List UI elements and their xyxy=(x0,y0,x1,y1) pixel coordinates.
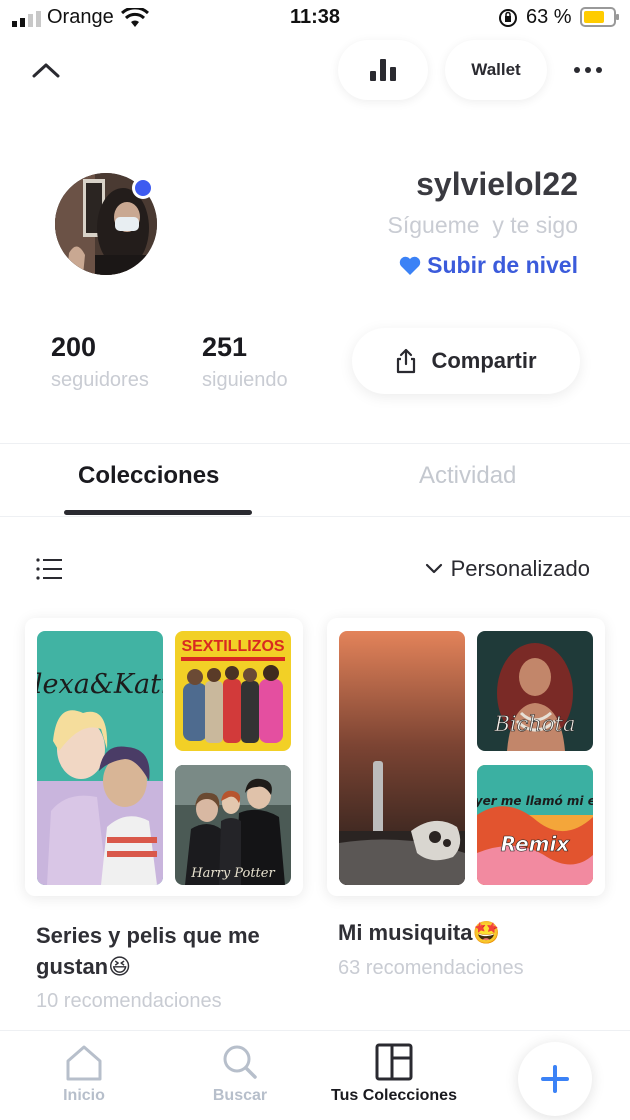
battery-icon xyxy=(580,7,619,27)
level-up-label: Subir de nivel xyxy=(427,252,578,278)
followers-label: seguidores xyxy=(51,369,149,391)
cover-sunset-car xyxy=(339,631,465,885)
stats-button[interactable] xyxy=(338,40,428,100)
nav-home[interactable]: Inicio xyxy=(48,1031,120,1120)
active-tab-indicator xyxy=(64,510,252,515)
level-up-link[interactable]: Subir de nivel xyxy=(399,252,578,279)
nav-collections[interactable]: Tus Colecciones xyxy=(320,1031,468,1120)
username: sylvielol22 xyxy=(416,166,578,202)
cover-title-sextillizos: SEXTILLIZOS xyxy=(181,638,284,655)
nav-search[interactable]: Buscar xyxy=(200,1031,280,1120)
home-icon xyxy=(66,1045,102,1081)
collection-card[interactable]: Bichota Ayer me llamó mi ex Remix xyxy=(327,618,605,896)
bar-chart-icon xyxy=(370,59,396,81)
dot-icon xyxy=(574,67,580,73)
sort-label: Personalizado xyxy=(450,556,590,581)
battery-percent: 63 % xyxy=(526,6,572,28)
cover-title-bichota: Bichota xyxy=(493,712,575,736)
following-label: siguiendo xyxy=(202,369,288,391)
tab-activity[interactable]: Actividad xyxy=(419,462,516,490)
dot-icon xyxy=(596,67,602,73)
dot-icon xyxy=(585,67,591,73)
divider xyxy=(0,443,630,444)
heart-icon xyxy=(399,256,421,275)
list-view-icon[interactable] xyxy=(36,557,62,581)
cover-harry-potter: Harry Potter xyxy=(175,765,291,885)
collection-title[interactable]: Mi musiquita🤩 xyxy=(338,917,608,948)
nav-collections-label: Tus Colecciones xyxy=(331,1087,457,1104)
nav-search-label: Buscar xyxy=(212,1087,268,1104)
plus-icon xyxy=(541,1065,569,1093)
collection-card[interactable]: Alexa&Katie SEXTILLIZOS xyxy=(25,618,303,896)
bio-text: Sígueme y te sigo xyxy=(387,212,579,238)
sort-dropdown[interactable]: Personalizado xyxy=(425,556,590,582)
followers-count: 200 xyxy=(51,332,97,362)
cover-alexa-katie: Alexa&Katie xyxy=(37,631,163,885)
cover-title-harry-potter: Harry Potter xyxy=(190,866,275,881)
more-options-button[interactable] xyxy=(570,58,606,82)
wallet-button[interactable]: Wallet xyxy=(445,40,547,100)
cover-ayer-me-llamo: Ayer me llamó mi ex Remix xyxy=(477,765,593,885)
collection-title[interactable]: Series y pelis que me gustan😆 xyxy=(36,920,306,982)
chevron-up-icon[interactable] xyxy=(28,56,64,86)
cover-sextillizos: SEXTILLIZOS xyxy=(175,631,291,751)
status-bar: Orange 11:38 63 % xyxy=(0,0,630,36)
collection-count: 63 recomendaciones xyxy=(338,957,524,979)
orientation-lock-icon xyxy=(499,9,517,27)
cover-bichota: Bichota xyxy=(477,631,593,751)
share-icon xyxy=(397,348,416,374)
collections-grid-icon xyxy=(375,1043,413,1081)
tab-collections[interactable]: Colecciones xyxy=(78,462,219,490)
cover-remix: Remix xyxy=(501,832,571,856)
followers-stat[interactable]: 200 seguidores xyxy=(51,332,149,392)
share-button[interactable]: Compartir xyxy=(352,328,580,394)
collection-count: 10 recomendaciones xyxy=(36,990,222,1012)
nav-home-label: Inicio xyxy=(63,1087,105,1104)
chevron-down-icon xyxy=(425,563,442,574)
cover-title-alexa-katie: Alexa&Katie xyxy=(37,669,163,700)
add-button[interactable] xyxy=(518,1042,592,1116)
following-count: 251 xyxy=(202,332,248,362)
online-status-dot xyxy=(132,177,154,199)
divider xyxy=(0,516,630,517)
search-icon xyxy=(223,1045,257,1079)
cover-title-ayer-me-llamo: Ayer me llamó mi ex xyxy=(477,794,593,808)
share-label: Compartir xyxy=(431,348,537,373)
following-stat[interactable]: 251 siguiendo xyxy=(202,332,288,392)
